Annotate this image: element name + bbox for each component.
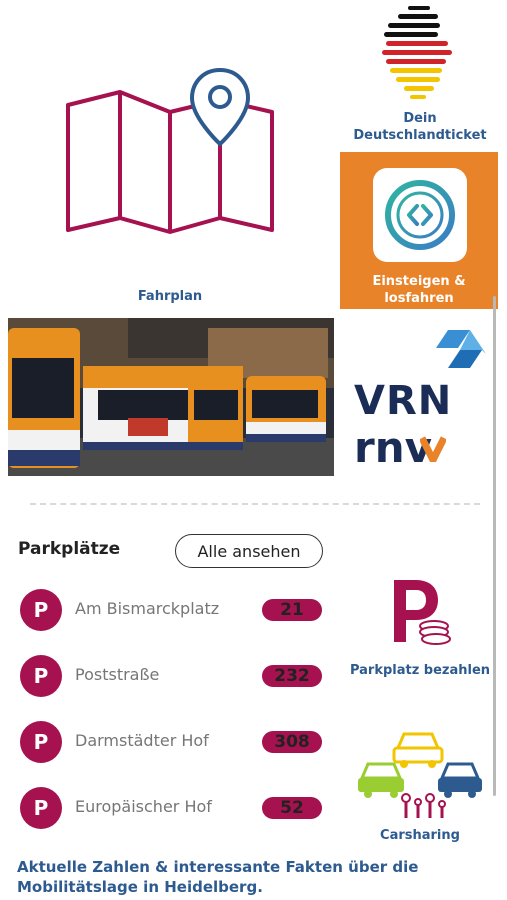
carsharing-tile[interactable]	[340, 710, 500, 840]
parking-count: 21	[262, 599, 322, 621]
einsteigen-label: Einsteigen & losfahren	[372, 274, 466, 306]
fahrplan-label: Fahrplan	[137, 289, 203, 304]
divider	[30, 503, 480, 505]
parking-title: Parkplätze	[18, 539, 121, 559]
parking-row[interactable]: P Poststraße 232	[18, 651, 328, 699]
parking-name: Europäischer Hof	[75, 797, 212, 816]
tram-depot-image	[8, 318, 334, 476]
carsharing-label: Carsharing	[380, 828, 460, 843]
show-all-button[interactable]: Alle ansehen	[175, 534, 323, 568]
parkplatz-bezahlen-label: Parkplatz bezahlen	[349, 663, 491, 678]
parking-row[interactable]: P Darmstädter Hof 308	[18, 717, 328, 765]
parking-icon: P	[20, 589, 62, 631]
parking-row[interactable]: P Europäischer Hof 52	[18, 783, 328, 831]
parking-name: Darmstädter Hof	[75, 731, 209, 750]
parking-name: Am Bismarckplatz	[75, 599, 220, 618]
parking-icon: P	[20, 787, 62, 829]
parking-row[interactable]: P Am Bismarckplatz 21	[18, 585, 328, 633]
germany-flag-icon	[382, 6, 452, 99]
fahrplan-tile[interactable]	[0, 0, 340, 310]
code-brackets-icon	[385, 180, 455, 250]
footer-info-text: Aktuelle Zahlen & interessante Fakten üb…	[17, 858, 419, 896]
parking-count: 52	[262, 797, 322, 819]
tram-photo[interactable]	[8, 318, 334, 476]
cars-people-icon	[358, 732, 482, 818]
parking-count: 232	[262, 665, 322, 687]
vrn-rnv-tile[interactable]: VRN rnv	[340, 318, 495, 478]
parking-icon: P	[20, 655, 62, 697]
einsteigen-app-icon[interactable]	[373, 168, 467, 262]
vrn-logo-text: VRN	[354, 378, 453, 424]
parking-coins-icon	[394, 580, 451, 645]
deutschlandticket-label: Dein Deutschlandticket	[353, 111, 487, 143]
parking-name: Poststraße	[75, 665, 160, 684]
parking-icon: P	[20, 721, 62, 763]
rnv-v-mark	[420, 436, 446, 462]
parking-count: 308	[262, 731, 322, 753]
map-pin-icon	[66, 67, 274, 234]
